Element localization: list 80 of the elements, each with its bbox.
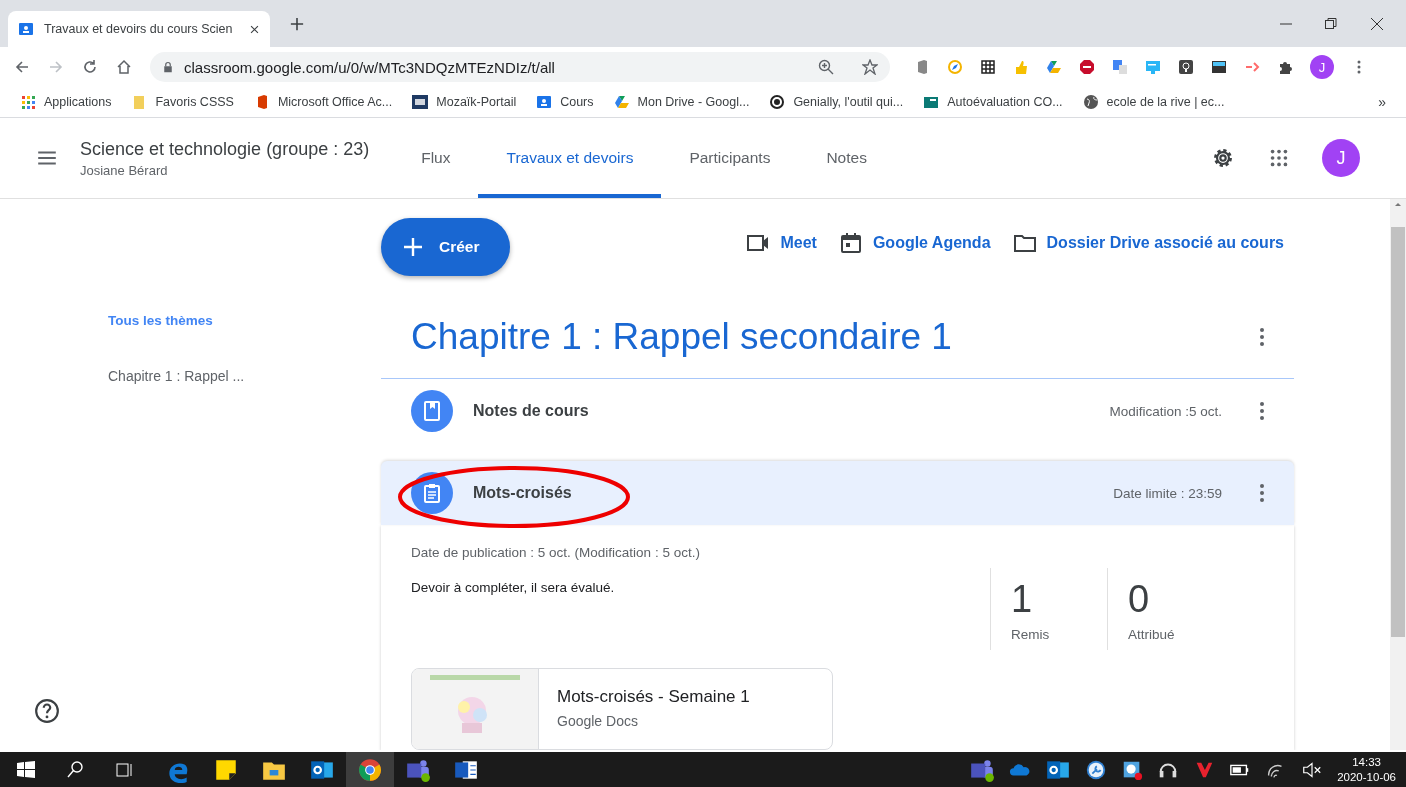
teacher-name: Josiane Bérard [80,162,169,178]
bookmark[interactable]: Microsoft Office Ac... [277,95,393,109]
nav-tab[interactable]: Participants [661,118,799,198]
translate-icon [1112,59,1128,75]
home-icon [116,59,132,75]
drive-icon [613,94,630,110]
grid-icon [980,59,996,75]
classroom-icon [536,94,553,110]
create-button[interactable]: Créer [381,218,510,276]
attachment-type: Google Docs [557,713,639,729]
more-bookmarks[interactable]: » [1378,94,1386,110]
calendar-icon [838,231,863,255]
clipboard-icon [421,482,443,504]
classwork-item[interactable]: Notes de cours Modification :5 oct. [381,379,1294,443]
bookmark[interactable]: Mozaïk-Portail [436,95,517,109]
classroom-icon [18,21,34,37]
scrollbar-thumb[interactable] [1391,227,1405,637]
screen-icon [1145,59,1161,75]
course-title: Science et technologie (groupe : 23) [80,138,370,160]
topic-title: Chapitre 1 : Rappel secondaire 1 [411,316,952,358]
close-icon [249,23,260,35]
nav-tab[interactable]: Flux [393,118,479,198]
toolbar-link[interactable]: Meet [746,231,817,255]
stat-value: 1 [1011,578,1034,621]
plus-icon [403,237,423,257]
bookmark[interactable]: Cours [560,95,594,109]
puzzle-icon [1277,59,1293,75]
bookmark[interactable]: Favoris CSSS [155,95,234,109]
minimize-icon [1280,22,1292,25]
clock-date: 2020-10-06 [1337,769,1396,785]
user-avatar[interactable]: J [1322,139,1360,177]
bookmark[interactable]: Mon Drive - Googl... [637,95,750,109]
search-icon [66,759,86,780]
bookmark[interactable]: Genially, l'outil qui... [793,95,904,109]
assignment-description: Devoir à compléter, il sera évalué. [411,580,616,597]
globe-icon [1082,94,1099,110]
address-field[interactable]: classroom.google.com/u/0/w/MTc3NDQzMTEzNDIz/t/all [184,58,808,76]
stat-label: Attribué [1128,627,1176,642]
toolbar-link[interactable]: Dossier Drive associé au cours [1012,231,1284,255]
classwork-item[interactable]: Mots-croisés Date limite : 23:59 [381,461,1294,525]
toolbar-link[interactable]: Google Agenda [838,231,991,255]
nav-tab[interactable]: Notes [798,118,895,198]
nav-tab[interactable]: Travaux et devoirs [478,118,662,198]
compass-icon [947,59,963,75]
forms-icon [923,94,940,110]
browser-tab[interactable]: Travaux et devoirs du cours Scien [8,11,270,47]
apps-icon [20,94,36,110]
attachment-title: Mots-croisés - Semaine 1 [557,687,750,707]
bookmark[interactable]: Applications [44,95,112,109]
item-meta: Modification :5 oct. [1109,403,1222,419]
clock-time: 14:33 [1352,754,1381,770]
reload-icon [82,59,98,75]
stat-label: Remis [1011,627,1051,642]
zoom-icon [818,59,834,75]
item-meta: Date limite : 23:59 [1113,485,1222,501]
apps-grid-icon [1268,147,1290,169]
book-icon [421,400,443,422]
close-icon [1370,16,1384,31]
forward-icon [48,59,64,75]
new-tab-icon [290,16,304,31]
profile-avatar[interactable]: J [1310,55,1334,79]
topic-link[interactable]: Chapitre 1 : Rappel ... [108,368,245,384]
publication-date: Date de publication : 5 oct. (Modification : 5 oct.) [411,545,701,560]
taskbar-app[interactable] [346,752,394,787]
stat-value: 0 [1128,578,1151,621]
star-icon [862,59,878,75]
stop-sign-icon [1079,59,1095,75]
address-bar[interactable]: classroom.google.com/u/0/w/MTc3NDQzMTEzNDIz/t/all [150,52,890,82]
lock-icon [162,61,174,73]
chrome-icon [357,756,383,783]
drive-icon [1046,59,1062,75]
windows-start-icon [16,759,36,780]
bookmark[interactable]: ecole de la rive | ec... [1106,95,1225,109]
attachment-card[interactable]: Mots-croisés - Semaine 1 Google Docs [411,668,833,750]
thumbs-up-icon [1013,59,1029,75]
restore-icon [1324,16,1338,31]
bookmark[interactable]: Autoévaluation CO... [947,95,1063,109]
help-icon [34,698,60,724]
back-icon [14,59,30,75]
topic-link[interactable]: Tous les thèmes [108,313,213,328]
